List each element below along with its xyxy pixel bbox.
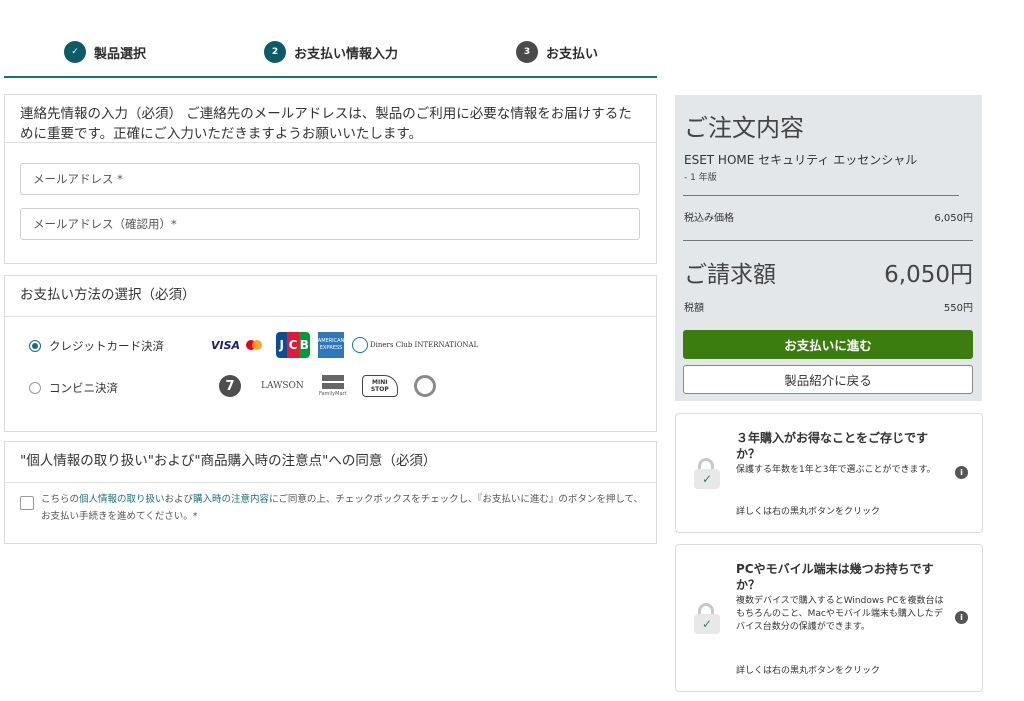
consent-panel: "個人情報の取り扱い"および"商品購入時の注意点"への同意（必須） こちらの個人… — [4, 441, 657, 544]
credit-card-logos: VISA JCB AMERICAN EXPRESS Diners Club IN… — [211, 332, 478, 358]
info-card-devices: ✓ PCやモバイル端末は幾つお持ちですか？ 複数デバイスで購入するとWindow… — [675, 544, 983, 692]
back-to-product-button[interactable]: 製品紹介に戻る — [683, 365, 973, 394]
proceed-to-payment-button[interactable]: お支払いに進む — [683, 330, 973, 359]
consent-text: こちらの個人情報の取り扱いおよび購入時の注意内容にご同意の上、チェックボックスを… — [41, 494, 644, 522]
info-icon[interactable]: i — [955, 611, 968, 624]
payment-heading: お支払い方法の選択（必須） — [5, 276, 656, 317]
lock-icon: ✓ — [694, 458, 720, 489]
radio-unselected[interactable] — [29, 382, 41, 394]
payment-option-label: コンビニ決済 — [49, 381, 118, 395]
step-payment: 3 お支払い — [516, 41, 598, 63]
step-number: 3 — [516, 41, 538, 63]
payment-method-panel: お支払い方法の選択（必須） クレジットカード決済 VISA JCB AMERIC… — [4, 275, 657, 432]
card-body: 保護する年数を1年と3年で選ぶことができます。 — [736, 465, 936, 475]
info-icon[interactable]: i — [955, 466, 968, 479]
billing-amount-row: ご請求額 6,050円 — [684, 262, 973, 288]
consent-heading: "個人情報の取り扱い"および"商品購入時の注意点"への同意（必須） — [5, 442, 656, 483]
card-hint: 詳しくは右の黒丸ボタンをクリック — [736, 666, 881, 676]
payment-option-credit-card[interactable]: クレジットカード決済 — [29, 338, 164, 354]
radio-selected[interactable] — [29, 340, 41, 352]
order-summary: ご注文内容 ESET HOME セキュリティ エッセンシャル - 1 年版 税込… — [675, 95, 982, 401]
seven-eleven-logo: 7 — [219, 375, 241, 397]
summary-title: ご注文内容 — [684, 114, 804, 142]
tax-row: 税額 550円 — [684, 303, 973, 314]
step-label: お支払い — [546, 46, 599, 62]
card-body: 複数デバイスで購入するとWindows PCを複数台はもちろんのこと、Macやモ… — [736, 596, 944, 632]
purchase-notes-link[interactable]: 購入時の注意内容 — [193, 494, 269, 505]
step-payment-info: 2 お支払い情報入力 — [264, 41, 398, 63]
lock-icon: ✓ — [694, 603, 720, 634]
payment-option-convenience-store[interactable]: コンビニ決済 — [29, 380, 118, 396]
divider — [683, 195, 959, 196]
card-hint: 詳しくは右の黒丸ボタンをクリック — [736, 507, 881, 517]
card-title: PCやモバイル端末は幾つお持ちですか？ — [736, 562, 934, 592]
email-confirm-field[interactable]: メールアドレス（確認用）* — [20, 208, 640, 240]
mastercard-logo — [246, 340, 263, 350]
ministop-logo: MINI STOP — [361, 375, 398, 397]
amex-logo: AMERICAN EXPRESS — [318, 332, 344, 358]
step-product-selection[interactable]: ✓ 製品選択 — [64, 41, 146, 63]
seicomart-logo — [413, 375, 436, 397]
info-card-three-year: ✓ ３年購入がお得なことをご存じですか？ 保護する年数を1年と3年で選ぶことがで… — [675, 413, 983, 533]
convenience-store-logos: 7 LAWSON FamilyMart MINI STOP — [219, 375, 436, 397]
jcb-logo: JCB — [276, 332, 311, 358]
product-name: ESET HOME セキュリティ エッセンシャル — [684, 153, 918, 167]
lawson-logo: LAWSON — [261, 381, 304, 391]
consent-checkbox[interactable] — [20, 496, 34, 510]
card-title: ３年購入がお得なことをご存じですか？ — [736, 431, 929, 461]
diners-club-logo: Diners Club INTERNATIONAL — [352, 337, 478, 353]
email-field[interactable]: メールアドレス * — [20, 163, 640, 195]
checkout-stepper: ✓ 製品選択 2 お支払い情報入力 3 お支払い — [4, 32, 657, 78]
product-version: - 1 年版 — [684, 173, 717, 183]
contact-heading: 連絡先情報の入力（必須） ご連絡先のメールアドレスは、製品のご利用に必要な情報を… — [5, 95, 656, 143]
contact-info-panel: 連絡先情報の入力（必須） ご連絡先のメールアドレスは、製品のご利用に必要な情報を… — [4, 94, 657, 264]
check-icon: ✓ — [64, 41, 86, 63]
visa-logo: VISA — [211, 338, 241, 352]
familymart-logo: FamilyMart — [319, 375, 347, 397]
price-row: 税込み価格 6,050円 — [684, 213, 973, 224]
step-number: 2 — [264, 41, 286, 63]
divider — [683, 240, 973, 241]
step-label: 製品選択 — [94, 46, 147, 62]
privacy-link[interactable]: 個人情報の取り扱い — [79, 494, 165, 505]
payment-option-label: クレジットカード決済 — [49, 339, 164, 353]
step-label: お支払い情報入力 — [294, 46, 399, 62]
